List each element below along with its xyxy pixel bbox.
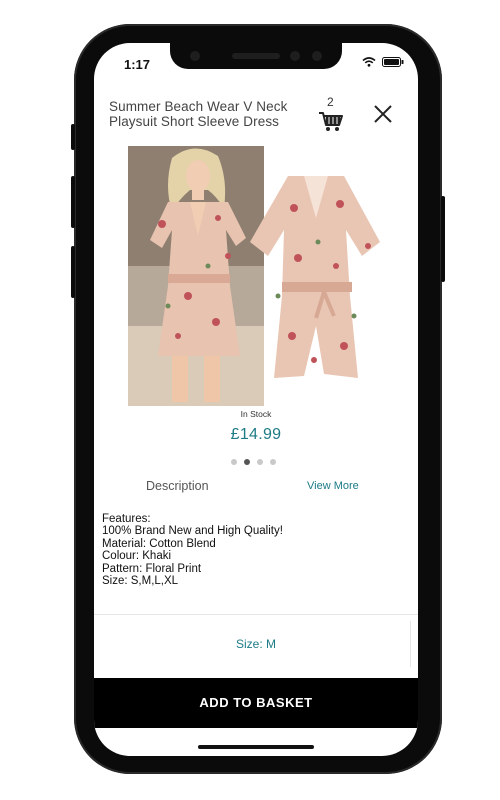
product-image[interactable] [128, 146, 384, 406]
battery-icon [382, 57, 404, 67]
phone-volume-up-button [71, 176, 75, 228]
features-line: Colour: Khaki [102, 550, 172, 563]
product-price: £14.99 [230, 426, 282, 443]
phone-power-button [441, 196, 445, 282]
phone-notch [170, 43, 342, 69]
tab-description[interactable]: Description [146, 479, 209, 493]
carousel-dot[interactable] [257, 459, 263, 465]
carousel-dot[interactable] [231, 459, 237, 465]
status-time: 1:17 [124, 57, 151, 72]
features-line: Size: S,M,L,XL [102, 575, 179, 588]
camera-icon [190, 51, 200, 61]
product-features: Features: 100% Brand New and High Qualit… [102, 513, 283, 587]
divider [94, 614, 418, 615]
phone-side-button [71, 124, 75, 150]
features-line: Pattern: Floral Print [102, 562, 202, 575]
home-indicator[interactable] [198, 745, 314, 749]
features-line: Material: Cotton Blend [102, 537, 216, 550]
add-to-basket-button[interactable]: ADD TO BASKET [94, 678, 418, 728]
view-more-link[interactable]: View More [307, 480, 359, 492]
product-title: Summer Beach Wear V Neck Playsuit Short … [109, 99, 309, 129]
speaker-grille [232, 53, 280, 59]
sensor-icon [290, 51, 300, 61]
carousel-dot[interactable] [270, 459, 276, 465]
sensor-icon [312, 51, 322, 61]
carousel-dots [231, 459, 276, 465]
carousel-dot-active[interactable] [244, 459, 250, 465]
shopping-cart-icon [319, 112, 343, 131]
cart-button[interactable]: 2 [318, 95, 346, 135]
stock-status: In Stock [240, 409, 272, 419]
product-title-line: Playsuit Short Sleeve Dress [109, 114, 280, 129]
features-line: Features: [102, 513, 151, 525]
phone-volume-down-button [71, 246, 75, 298]
status-icons [362, 57, 404, 67]
wifi-icon [362, 57, 376, 67]
cart-count-badge: 2 [327, 95, 334, 109]
size-selector-label[interactable]: Size: M [94, 637, 418, 651]
app-screen: 1:17 Summer Beach Wear V Neck Playsuit S… [94, 43, 418, 756]
features-line: 100% Brand New and High Quality! [102, 525, 283, 538]
product-title-line: Summer Beach Wear V Neck [109, 99, 288, 114]
product-photo [128, 146, 384, 406]
close-icon[interactable] [372, 103, 394, 125]
